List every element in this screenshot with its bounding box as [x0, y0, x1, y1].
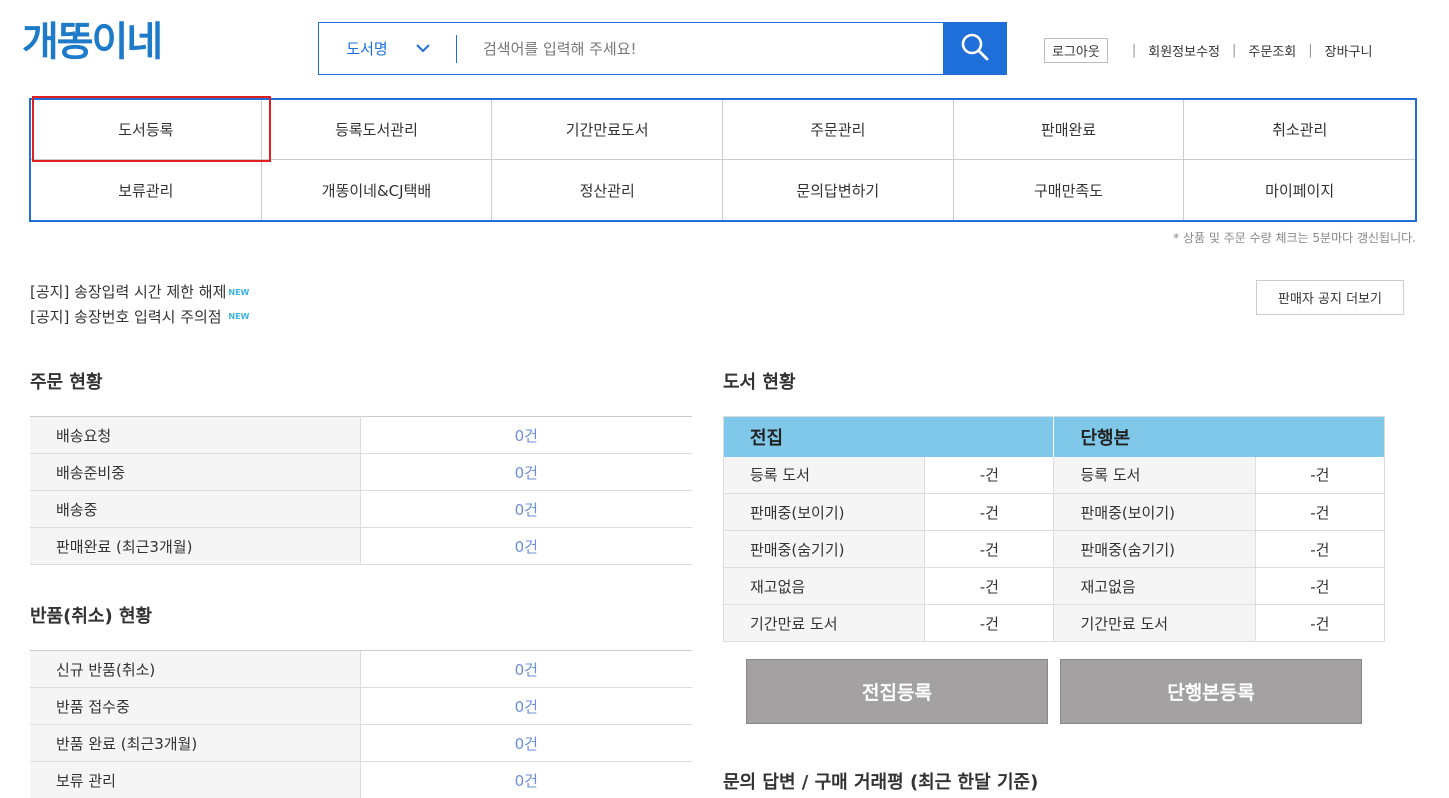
menu-item-expired-books[interactable]: 기간만료도서	[492, 100, 723, 160]
book-status-title: 도서 현황	[723, 372, 796, 393]
single-register-button[interactable]: 단행본등록	[1060, 659, 1362, 724]
menu-item-settlement[interactable]: 정산관리	[492, 160, 723, 220]
table-row: 신규 반품(취소) 0건	[30, 650, 692, 688]
divider: |	[1232, 43, 1237, 58]
order-status-title: 주문 현황	[30, 372, 103, 393]
table-row: 배송중 0건	[30, 490, 692, 528]
site-logo[interactable]: 개똥이네	[22, 18, 163, 66]
return-status-title: 반품(취소) 현황	[30, 606, 153, 627]
search-bar: 도서명	[318, 22, 1007, 75]
edit-profile-link[interactable]: 회원정보수정	[1148, 41, 1220, 60]
order-status-table: 배송요청 0건 배송준비중 0건 배송중 0건 판매완료 (최근3개월) 0건	[30, 416, 692, 565]
divider: |	[1308, 43, 1313, 58]
menu-item-book-register[interactable]: 도서등록	[31, 100, 262, 160]
refresh-note: * 상품 및 주문 수량 체크는 5분마다 갱신됩니다.	[1173, 231, 1416, 245]
set-register-button[interactable]: 전집등록	[746, 659, 1048, 724]
divider: |	[1131, 43, 1137, 58]
menu-item-purchase-satisfaction[interactable]: 구매만족도	[954, 160, 1185, 220]
notice-item[interactable]: [공지] 송장번호 입력시 주의점 NEW	[30, 305, 249, 330]
cart-link[interactable]: 장바구니	[1325, 41, 1373, 60]
notice-item[interactable]: [공지] 송장입력 시간 제한 해제 NEW	[30, 280, 249, 305]
table-row: 판매중(숨기기) -건 판매중(숨기기) -건	[723, 530, 1385, 568]
notice-list: [공지] 송장입력 시간 제한 해제 NEW [공지] 송장번호 입력시 주의점 …	[30, 280, 249, 329]
new-badge: NEW	[228, 287, 250, 297]
table-header-row: 전집 단행본	[723, 416, 1385, 457]
main-menu: 도서등록 등록도서관리 기간만료도서 주문관리 판매완료 취소관리 보류관리 개…	[29, 98, 1417, 222]
table-row: 등록 도서 -건 등록 도서 -건	[723, 456, 1385, 494]
search-input[interactable]	[457, 23, 943, 74]
menu-item-registered-books[interactable]: 등록도서관리	[261, 100, 493, 160]
menu-item-order-management[interactable]: 주문관리	[723, 100, 954, 160]
table-row: 반품 접수중 0건	[30, 687, 692, 725]
search-button[interactable]	[943, 23, 1006, 74]
menu-item-inquiry-answer[interactable]: 문의답변하기	[723, 160, 954, 220]
menu-item-hold-management[interactable]: 보류관리	[31, 160, 262, 220]
single-books-header: 단행본	[1053, 416, 1385, 457]
table-row: 배송요청 0건	[30, 416, 692, 454]
menu-item-cj-delivery[interactable]: 개똥이네&CJ택배	[262, 160, 493, 220]
orders-link[interactable]: 주문조회	[1248, 41, 1296, 60]
table-row: 배송준비중 0건	[30, 453, 692, 491]
search-category-select[interactable]: 도서명	[319, 23, 457, 74]
new-badge: NEW	[228, 312, 250, 321]
menu-item-mypage[interactable]: 마이페이지	[1184, 160, 1415, 220]
search-icon	[960, 32, 990, 66]
table-row: 재고없음 -건 재고없음 -건	[723, 567, 1385, 605]
top-links: 로그아웃 | 회원정보수정 | 주문조회 | 장바구니	[1044, 38, 1372, 63]
menu-item-cancel-management[interactable]: 취소관리	[1184, 100, 1415, 160]
seller-notice-more-button[interactable]: 판매자 공지 더보기	[1256, 280, 1404, 315]
table-row: 판매중(보이기) -건 판매중(보이기) -건	[723, 493, 1385, 531]
inquiry-review-title: 문의 답변 / 구매 거래평 (최근 한달 기준)	[723, 772, 1039, 793]
return-status-table: 신규 반품(취소) 0건 반품 접수중 0건 반품 완료 (최근3개월) 0건 보류 …	[30, 650, 692, 798]
logout-button[interactable]: 로그아웃	[1044, 38, 1108, 63]
chevron-down-icon	[415, 41, 430, 57]
table-row: 판매완료 (최근3개월) 0건	[30, 527, 692, 565]
book-status-table: 전집 단행본 등록 도서 -건 등록 도서 -건 판매중(보이기) -건 판매중(보이…	[723, 416, 1385, 642]
table-row: 기간만료 도서 -건 기간만료 도서 -건	[723, 604, 1385, 642]
menu-item-sales-complete[interactable]: 판매완료	[953, 100, 1185, 160]
table-row: 반품 완료 (최근3개월) 0건	[30, 724, 692, 762]
set-books-header: 전집	[723, 416, 1054, 457]
table-row: 보류 관리 0건	[30, 761, 692, 798]
search-category-label: 도서명	[346, 40, 388, 58]
